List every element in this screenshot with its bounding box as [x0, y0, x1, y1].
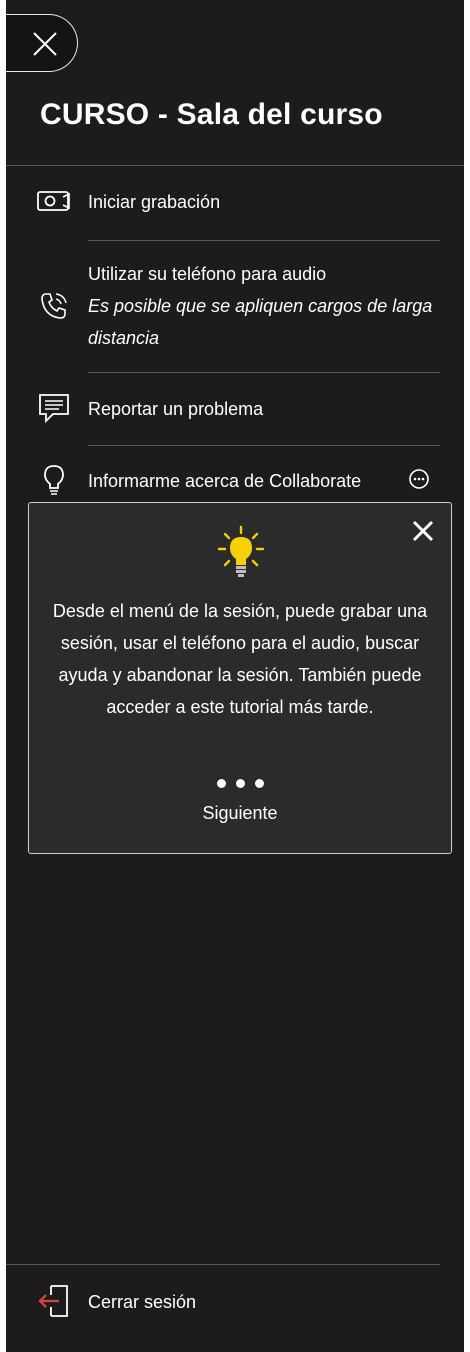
menu-divider	[88, 372, 440, 373]
start-recording-item[interactable]: Iniciar grabación	[34, 186, 448, 218]
report-problem-item[interactable]: Reportar un problema	[34, 393, 448, 425]
learn-collaborate-label: Informarme acerca de Collaborate	[88, 471, 362, 491]
next-button[interactable]: Siguiente	[29, 803, 451, 824]
tutorial-popover: Desde el menú de la sesión, puede grabar…	[28, 502, 452, 854]
learn-collaborate-item[interactable]: Informarme acerca de Collaborate	[34, 465, 448, 497]
close-icon	[33, 32, 57, 56]
signout-label: Cerrar sesión	[88, 1292, 197, 1312]
lightbulb-icon	[215, 525, 267, 586]
report-icon	[34, 393, 74, 424]
start-recording-label: Iniciar grabación	[88, 192, 221, 212]
page-title: CURSO - Sala del curso	[40, 98, 383, 131]
phone-audio-label: Utilizar su teléfono para audio	[88, 264, 327, 284]
report-problem-label: Reportar un problema	[88, 399, 264, 419]
session-menu-panel: CURSO - Sala del curso Iniciar grabación…	[6, 0, 464, 1352]
close-tutorial-button[interactable]	[411, 519, 435, 548]
close-icon	[412, 520, 434, 542]
tutorial-message: Desde el menú de la sesión, puede grabar…	[52, 601, 428, 717]
tutorial-step-dots	[29, 779, 451, 788]
phone-icon	[34, 258, 74, 354]
step-dot[interactable]	[235, 779, 245, 788]
footer-divider	[6, 1264, 440, 1265]
title-divider	[6, 165, 464, 166]
phone-audio-note: Es posible que se apliquen cargos de lar…	[88, 296, 433, 348]
camera-record-icon	[34, 186, 74, 216]
step-dot[interactable]	[254, 779, 264, 788]
menu-divider	[88, 445, 440, 446]
menu-divider	[88, 240, 440, 241]
signout-item[interactable]: Cerrar sesión	[34, 1285, 448, 1318]
more-options-icon[interactable]	[408, 468, 430, 495]
phone-audio-text: Utilizar su teléfono para audio Es posib…	[88, 258, 448, 354]
step-dot[interactable]	[216, 779, 226, 788]
signout-icon	[34, 1285, 74, 1317]
lightbulb-icon	[34, 465, 74, 495]
close-menu-button[interactable]	[6, 14, 78, 72]
phone-audio-item[interactable]: Utilizar su teléfono para audio Es posib…	[34, 258, 448, 354]
